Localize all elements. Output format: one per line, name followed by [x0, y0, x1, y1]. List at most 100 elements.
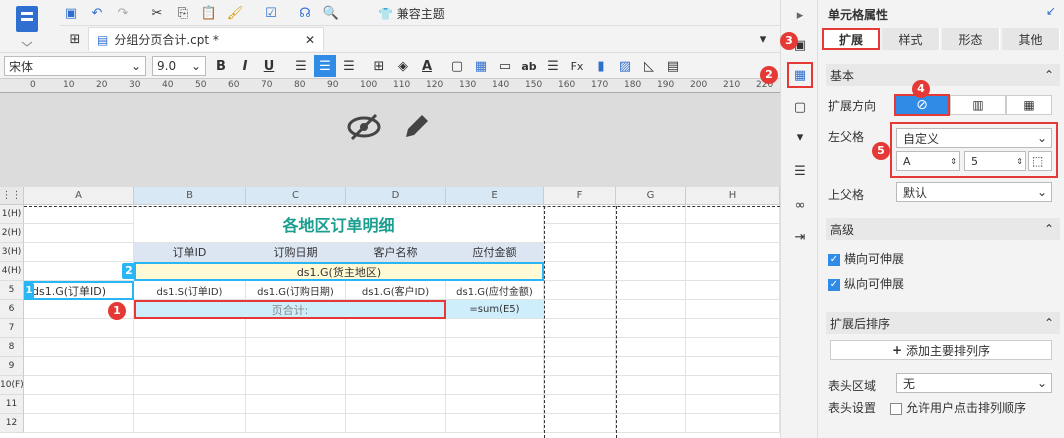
- cut-icon[interactable]: ✂: [146, 2, 168, 24]
- undo-icon[interactable]: ↶: [86, 2, 108, 24]
- collapse-icon[interactable]: ↙: [1046, 4, 1056, 18]
- sum-cell[interactable]: =sum(E5): [446, 300, 544, 319]
- stack-icon[interactable]: ☰: [789, 160, 811, 182]
- column-header[interactable]: F: [544, 187, 616, 205]
- cell-picker-button[interactable]: ⬚: [1028, 151, 1052, 171]
- tab-other[interactable]: 其他: [1002, 28, 1060, 50]
- widget-icon[interactable]: ▢: [789, 96, 811, 118]
- grid-cell[interactable]: [246, 376, 346, 395]
- underline-icon[interactable]: U: [258, 55, 280, 77]
- row-header[interactable]: 1(H): [0, 205, 24, 224]
- align-right-icon[interactable]: ☰: [338, 55, 360, 77]
- tab-report[interactable]: ▤ 分组分页合计.cpt * ✕: [88, 27, 324, 51]
- stepper-icon[interactable]: ⇕: [950, 157, 957, 166]
- grid-cell[interactable]: [134, 357, 246, 376]
- v-expand-checkbox[interactable]: ✓ 纵向可伸展: [828, 275, 904, 292]
- tab-menu-icon[interactable]: ▾: [752, 28, 774, 50]
- search-icon[interactable]: 🔍: [320, 2, 342, 24]
- grid-cell[interactable]: [544, 357, 616, 376]
- column-header[interactable]: G: [616, 187, 686, 205]
- grid-cell[interactable]: [446, 357, 544, 376]
- header-area-select[interactable]: 无 ⌄: [896, 373, 1052, 393]
- left-parent-select[interactable]: 自定义 ⌄: [896, 128, 1052, 148]
- left-parent-row-input[interactable]: 5 ⇕: [964, 151, 1026, 171]
- grid-cell[interactable]: [446, 338, 544, 357]
- grid-cell[interactable]: [24, 357, 134, 376]
- tab-form[interactable]: 形态: [942, 28, 1000, 50]
- slash-icon[interactable]: ◺: [638, 55, 660, 77]
- grid-cell[interactable]: [24, 338, 134, 357]
- region-cell[interactable]: ds1.G(货主地区): [134, 262, 544, 281]
- column-header[interactable]: B: [134, 187, 246, 205]
- grid-cell[interactable]: [616, 281, 686, 300]
- grid-cell[interactable]: [686, 414, 780, 433]
- grid-cell[interactable]: [24, 205, 134, 224]
- font-color-icon[interactable]: A: [416, 55, 438, 77]
- grid-cell[interactable]: [246, 395, 346, 414]
- section-basic[interactable]: 基本 ⌃: [826, 64, 1060, 86]
- section-advanced[interactable]: 高级 ⌃: [826, 218, 1060, 240]
- detail-cell[interactable]: ds1.G(订购日期): [246, 281, 346, 300]
- formula-icon[interactable]: Fx: [566, 55, 588, 77]
- row-header[interactable]: 6: [0, 300, 24, 319]
- grid-icon[interactable]: ⊞: [64, 28, 86, 50]
- grid-cell[interactable]: [346, 338, 446, 357]
- grid-cell[interactable]: [616, 262, 686, 281]
- grid-cell[interactable]: [544, 338, 616, 357]
- grid-cell[interactable]: [616, 205, 686, 224]
- grid-cell[interactable]: [686, 281, 780, 300]
- grid-cell[interactable]: [346, 414, 446, 433]
- row-header[interactable]: 11: [0, 395, 24, 414]
- grid-cell[interactable]: [544, 205, 616, 224]
- debug-icon[interactable]: ☊: [294, 2, 316, 24]
- grid-cell[interactable]: [544, 262, 616, 281]
- add-sort-button[interactable]: + 添加主要排列序: [830, 340, 1052, 360]
- expand-right-icon[interactable]: ▸: [789, 4, 811, 26]
- column-header[interactable]: E: [446, 187, 544, 205]
- grid-cell[interactable]: [616, 300, 686, 319]
- grid-cell[interactable]: [544, 414, 616, 433]
- up-parent-select[interactable]: 默认 ⌄: [896, 182, 1052, 202]
- row-header[interactable]: 4(H): [0, 262, 24, 281]
- import-icon[interactable]: ⇥: [789, 226, 811, 248]
- header-cell[interactable]: 订购日期: [246, 243, 346, 262]
- header-cell[interactable]: 应付金额: [446, 243, 544, 262]
- vertical-expand-button[interactable]: ▥: [950, 95, 1006, 115]
- template-icon[interactable]: ☑: [260, 2, 282, 24]
- table-icon[interactable]: ▦: [470, 55, 492, 77]
- cell-icon[interactable]: ▢: [446, 55, 468, 77]
- image-icon[interactable]: ▨: [614, 55, 636, 77]
- grid-cell[interactable]: [686, 300, 780, 319]
- header-cell[interactable]: 客户名称: [346, 243, 446, 262]
- compat-theme-button[interactable]: 👕 兼容主题: [378, 5, 445, 22]
- grid-cell[interactable]: [446, 395, 544, 414]
- save-icon[interactable]: ▣: [60, 2, 82, 24]
- row-header[interactable]: 3(H): [0, 243, 24, 262]
- bold-icon[interactable]: B: [210, 55, 232, 77]
- grid-cell[interactable]: [24, 243, 134, 262]
- grid-cell[interactable]: [246, 357, 346, 376]
- grid-cell[interactable]: [544, 224, 616, 243]
- section-sort[interactable]: 扩展后排序 ⌃: [826, 312, 1060, 334]
- stepper-icon[interactable]: ⇕: [1016, 157, 1023, 166]
- grid-cell[interactable]: [134, 319, 246, 338]
- grid-cell[interactable]: [686, 319, 780, 338]
- link-icon[interactable]: ▭: [494, 55, 516, 77]
- grid-cell[interactable]: [616, 243, 686, 262]
- grid-cell[interactable]: [246, 338, 346, 357]
- grid-cell[interactable]: [446, 319, 544, 338]
- grid-cell[interactable]: [134, 338, 246, 357]
- font-size-select[interactable]: 9.0 ⌄: [152, 56, 206, 76]
- row-header[interactable]: 10(F): [0, 376, 24, 395]
- grid-cell[interactable]: [544, 395, 616, 414]
- row-header[interactable]: 8: [0, 338, 24, 357]
- subreport-icon[interactable]: ▤: [662, 55, 684, 77]
- grid-cell[interactable]: [246, 319, 346, 338]
- left-parent-column-input[interactable]: A ⇕: [896, 151, 960, 171]
- detail-cell[interactable]: ds1.G(应付金额): [446, 281, 544, 300]
- grid-cell[interactable]: [24, 262, 134, 281]
- hide-icon[interactable]: [346, 111, 382, 143]
- grid-cell[interactable]: [686, 205, 780, 224]
- grid-cell[interactable]: [24, 319, 134, 338]
- grid-cell[interactable]: [544, 281, 616, 300]
